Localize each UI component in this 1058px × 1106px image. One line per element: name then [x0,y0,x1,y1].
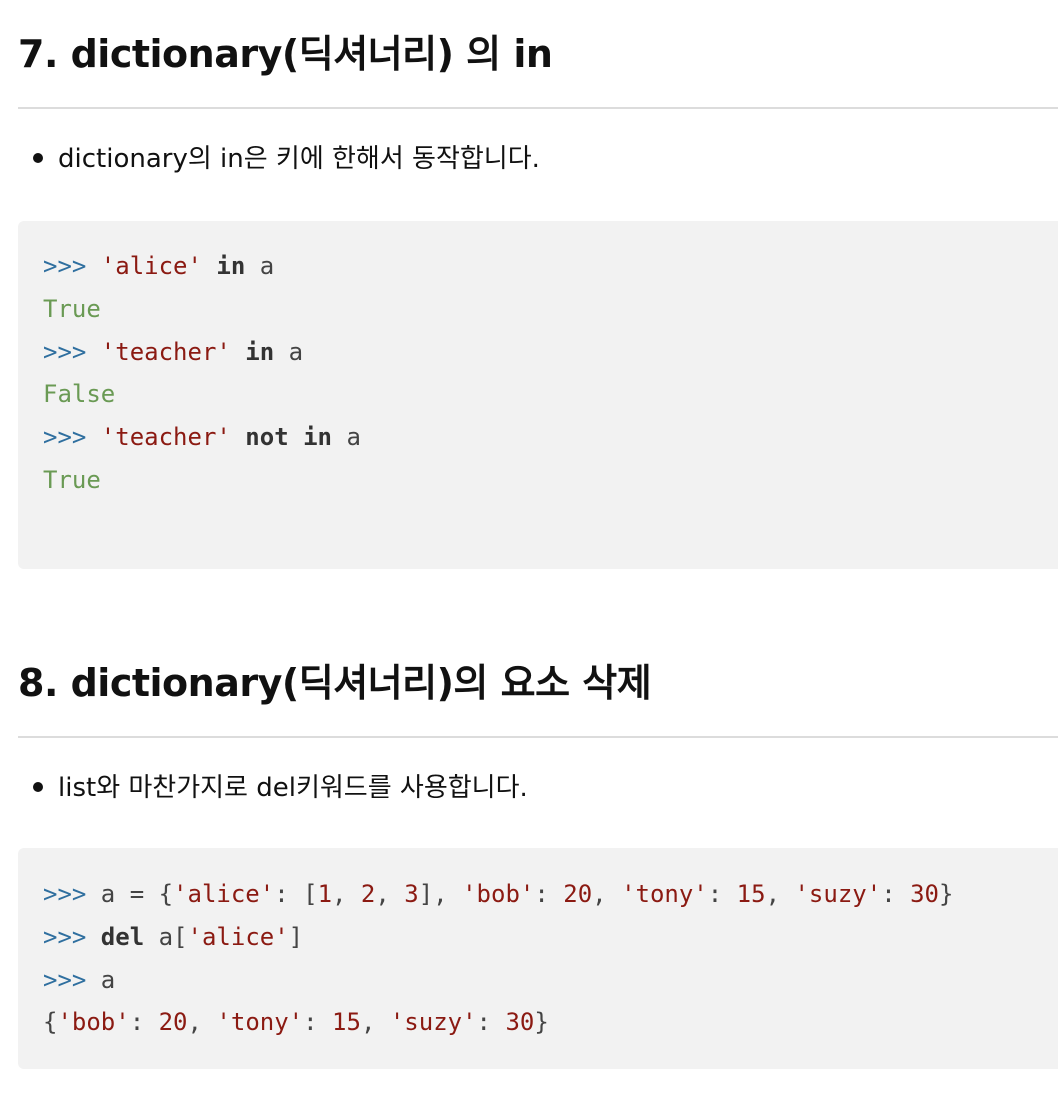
code-token: } [939,880,954,908]
code-line: True [43,288,1058,331]
code-token: a[ [144,922,188,951]
code-line: >>> 'alice' in a [43,245,1058,288]
code-token: 'teacher' [100,423,231,452]
section-7-divider [18,107,1058,109]
code-token: >>> [43,965,101,994]
bullet-dot-icon [33,781,43,792]
code-line: >>> 'teacher' not in a [43,416,1058,459]
code-token: a = { [100,880,174,908]
code-token: : [303,1008,333,1037]
code-line: >>> 'teacher' in a [43,331,1058,374]
code-token: 'bob' [462,880,535,908]
code-token: 'alice' [187,922,289,951]
section-7-title: 7. dictionary(딕셔너리) 의 in [18,32,553,76]
code-token: , [592,880,622,908]
code-token: 'alice' [173,880,275,908]
code-token: 'suzy' [389,1008,477,1037]
code-line: >>> del a['alice'] [43,916,1058,959]
code-token: 'alice' [100,252,202,280]
code-line: {'bob': 20, 'tony': 15, 'suzy': 30} [43,1001,1058,1044]
code-token: 'teacher' [100,337,231,366]
code-token: in [245,337,275,366]
code-token: 'tony' [216,1008,304,1037]
code-token: : [534,880,564,908]
code-token: 'tony' [621,880,708,908]
section-7-bullet: dictionary의 in은 키에 한해서 동작합니다. [33,146,540,172]
code-token: 15 [332,1008,361,1037]
code-token: >>> [43,880,101,908]
code-token: : [476,1008,506,1037]
code-token: 'suzy' [794,880,882,908]
code-line: >>> a = {'alice': [1, 2, 3], 'bob': 20, … [43,873,1058,916]
code-token: : [ [274,880,318,908]
code-token: 1 [317,880,333,908]
code-token: ] [288,922,304,951]
code-token: >>> [43,337,101,366]
code-token: , [332,880,361,908]
code-token: ], [418,880,463,908]
section-8-code-block: >>> a = {'alice': [1, 2, 3], 'bob': 20, … [18,848,1058,1069]
code-token: } [534,1008,549,1037]
bullet-dot-icon [33,152,43,163]
section-8-bullet-text: list와 마찬가지로 del키워드를 사용합니다. [58,773,528,803]
code-token: a [245,252,275,280]
code-token: a [100,965,116,994]
code-token: in [303,423,333,452]
code-token: in [216,252,246,280]
section-8-title: 8. dictionary(딕셔너리)의 요소 삭제 [18,661,652,705]
section-7-code-block: >>> 'alice' in a True >>> 'teacher' in a Fa… [18,221,1058,569]
code-token: 20 [563,880,593,908]
code-token: : [129,1008,159,1037]
code-token: del [100,922,145,951]
code-token: False [43,380,116,409]
code-token: , [765,880,795,908]
code-token: 30 [505,1008,535,1037]
code-token: , [187,1008,217,1037]
code-token: a [332,423,361,452]
code-token: 'bob' [57,1008,130,1037]
code-token: : [881,880,911,908]
section-8-bullet: list와 마찬가지로 del키워드를 사용합니다. [33,775,528,801]
code-line: >>> a [43,959,1058,1002]
section-8-divider [18,736,1058,738]
code-token: a [274,337,304,366]
code-token: >>> [43,423,101,452]
code-line: False [43,373,1058,416]
code-token: True [43,465,101,494]
code-token: >>> [43,922,101,951]
code-token: 3 [404,880,419,908]
code-line: True [43,459,1058,502]
code-token: { [43,1008,58,1037]
code-token: , [375,880,405,908]
code-token: 2 [360,880,376,908]
code-token: True [43,294,101,323]
code-token: not [245,423,289,452]
code-token: >>> [43,252,101,280]
code-token: 15 [736,880,766,908]
code-token: 30 [910,880,939,908]
section-7-bullet-text: dictionary의 in은 키에 한해서 동작합니다. [58,144,540,174]
code-token: , [360,1008,390,1037]
code-token: 20 [158,1008,188,1037]
code-token: : [707,880,737,908]
